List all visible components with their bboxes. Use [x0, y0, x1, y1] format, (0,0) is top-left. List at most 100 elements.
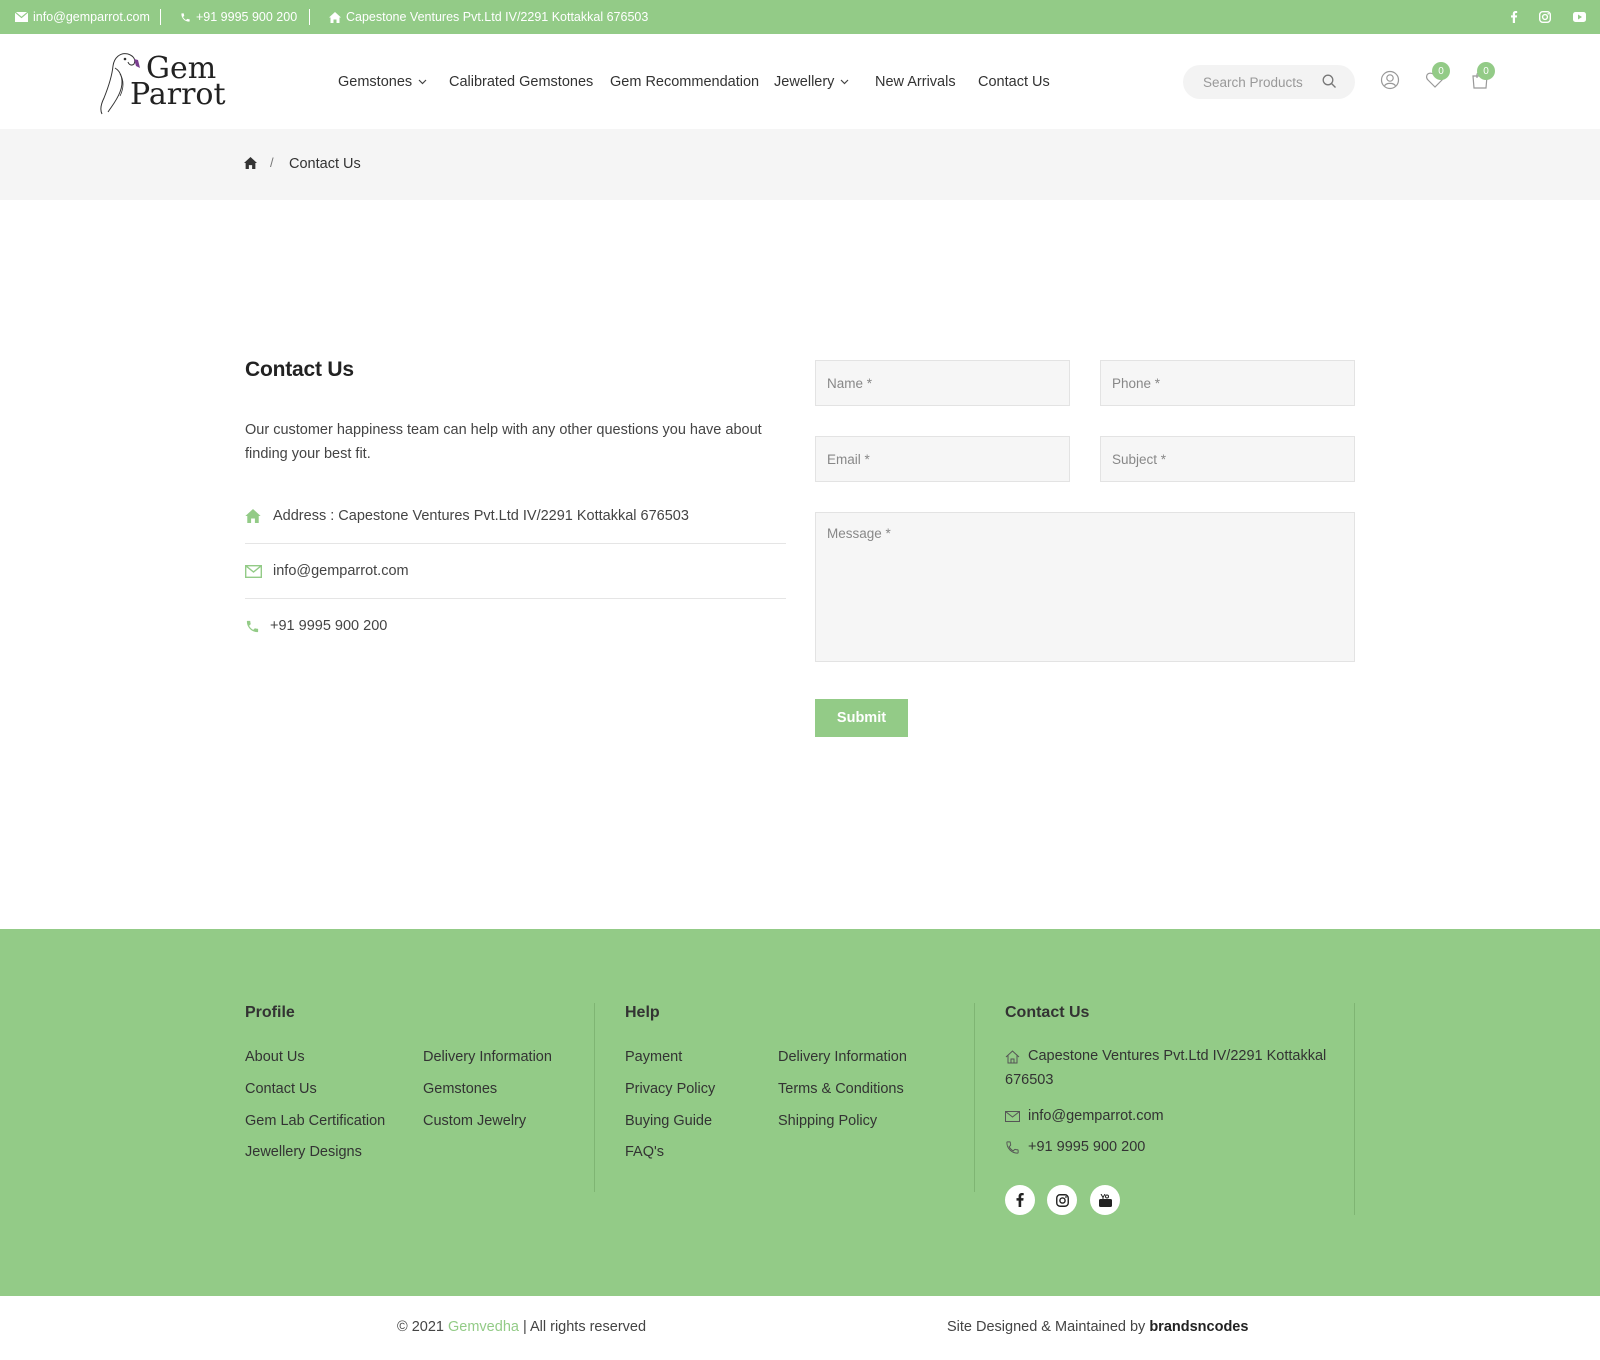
name-field[interactable]	[815, 360, 1070, 406]
envelope-outline-icon	[1005, 1111, 1020, 1122]
contact-address-row: Address : Capestone Ventures Pvt.Ltd IV/…	[245, 489, 786, 543]
footer-link[interactable]: Contact Us	[245, 1081, 317, 1097]
breadcrumb: / Contact Us	[0, 129, 1600, 200]
search-icon[interactable]	[1322, 74, 1337, 89]
submit-button[interactable]: Submit	[815, 699, 908, 737]
footer-link[interactable]: Jewellery Designs	[245, 1144, 362, 1160]
contact-email-text: info@gemparrot.com	[273, 563, 409, 579]
top-bar: info@gemparrot.com +91 9995 900 200 Cape…	[0, 0, 1600, 34]
nav-gem-recommendation[interactable]: Gem Recommendation	[610, 74, 759, 90]
footer-phone-text: +91 9995 900 200	[1028, 1139, 1146, 1155]
footer-link[interactable]: Gemstones	[423, 1081, 497, 1097]
footer-email[interactable]: info@gemparrot.com	[1005, 1104, 1164, 1128]
topbar-email-text: info@gemparrot.com	[33, 10, 150, 24]
search-box	[1183, 65, 1355, 99]
divider	[594, 1003, 595, 1192]
nav-label: Jewellery	[774, 73, 835, 90]
home-icon	[329, 11, 341, 23]
phone-field[interactable]	[1100, 360, 1355, 406]
wishlist-count-badge: 0	[1432, 62, 1450, 80]
footer-link[interactable]: Privacy Policy	[625, 1081, 715, 1097]
contact-address-text: Address : Capestone Ventures Pvt.Ltd IV/…	[273, 508, 689, 524]
instagram-icon[interactable]	[1537, 0, 1553, 34]
footer-address: Capestone Ventures Pvt.Ltd IV/2291 Kotta…	[1005, 1044, 1335, 1092]
cart-count-badge: 0	[1477, 62, 1495, 80]
nav-label: Gemstones	[338, 73, 413, 90]
divider	[1354, 1003, 1355, 1215]
home-outline-icon	[1005, 1048, 1020, 1072]
footer-link[interactable]: Custom Jewelry	[423, 1113, 526, 1129]
chevron-down-icon	[418, 79, 427, 84]
footer-link[interactable]: Gem Lab Certification	[245, 1113, 385, 1129]
user-icon[interactable]	[1379, 69, 1401, 91]
footer-profile-heading: Profile	[245, 1004, 295, 1021]
contact-email-row[interactable]: info@gemparrot.com	[245, 544, 786, 598]
email-field[interactable]	[815, 436, 1070, 482]
topbar-email[interactable]: info@gemparrot.com	[15, 0, 150, 34]
copyright-bar: © 2021 Gemvedha | All rights reserved Si…	[0, 1296, 1600, 1360]
footer-address-text: Capestone Ventures Pvt.Ltd IV/2291 Kotta…	[1005, 1048, 1327, 1088]
envelope-icon	[15, 12, 28, 22]
nav-calibrated-gemstones[interactable]: Calibrated Gemstones	[449, 74, 593, 90]
logo-text-parrot: Parrot	[130, 77, 226, 112]
contact-phone-text: +91 9995 900 200	[270, 618, 388, 634]
phone-outline-icon	[1006, 1141, 1019, 1154]
facebook-icon[interactable]	[1506, 0, 1522, 34]
nav-label: Gem Recommendation	[610, 73, 760, 90]
footer-help-heading: Help	[625, 1004, 660, 1021]
footer-link[interactable]: FAQ's	[625, 1144, 664, 1160]
copyright-suffix: | All rights reserved	[522, 1319, 647, 1335]
message-field[interactable]	[815, 512, 1355, 662]
footer-email-text: info@gemparrot.com	[1028, 1108, 1164, 1124]
phone-icon	[181, 12, 190, 22]
phone-icon	[245, 619, 270, 634]
nav-label: New Arrivals	[875, 73, 956, 90]
site-footer: Profile About Us Contact Us Gem Lab Cert…	[0, 929, 1600, 1296]
footer-contact-heading: Contact Us	[1005, 1004, 1090, 1021]
footer-link[interactable]: Delivery Information	[778, 1049, 907, 1065]
divider	[160, 9, 161, 25]
topbar-phone[interactable]: +91 9995 900 200	[180, 0, 297, 34]
envelope-icon	[245, 564, 273, 578]
footer-link[interactable]: Buying Guide	[625, 1113, 712, 1129]
topbar-phone-text: +91 9995 900 200	[196, 10, 298, 24]
breadcrumb-current: Contact Us	[289, 156, 361, 172]
designer-link[interactable]: brandsncodes	[1149, 1319, 1248, 1335]
nav-new-arrivals[interactable]: New Arrivals	[875, 74, 956, 90]
footer-link[interactable]: Payment	[625, 1049, 682, 1065]
divider	[309, 9, 310, 25]
nav-label: Contact Us	[978, 73, 1050, 90]
home-icon[interactable]	[244, 157, 257, 169]
footer-phone[interactable]: +91 9995 900 200	[1005, 1135, 1145, 1159]
site-header: Gem Parrot Gemstones Calibrated Gemstone…	[0, 34, 1600, 129]
chevron-down-icon	[841, 79, 849, 84]
subject-field[interactable]	[1100, 436, 1355, 482]
topbar-address: Capestone Ventures Pvt.Ltd IV/2291 Kotta…	[329, 0, 648, 34]
search-input[interactable]	[1203, 65, 1323, 99]
facebook-icon[interactable]	[1005, 1185, 1035, 1215]
logo[interactable]: Gem Parrot	[98, 46, 228, 116]
page-title: Contact Us	[245, 358, 354, 381]
instagram-icon[interactable]	[1047, 1185, 1077, 1215]
youtube-icon[interactable]	[1090, 1185, 1120, 1215]
contact-phone-row[interactable]: +91 9995 900 200	[245, 599, 786, 653]
footer-link[interactable]: About Us	[245, 1049, 305, 1065]
youtube-icon[interactable]	[1571, 0, 1587, 34]
contact-description: Our customer happiness team can help wit…	[245, 422, 762, 462]
brand-link[interactable]: Gemvedha	[448, 1319, 519, 1335]
footer-link[interactable]: Shipping Policy	[778, 1113, 877, 1129]
footer-link[interactable]: Delivery Information	[423, 1049, 552, 1065]
footer-link[interactable]: Terms & Conditions	[778, 1081, 904, 1097]
copyright-prefix: © 2021	[397, 1319, 444, 1335]
nav-contact-us[interactable]: Contact Us	[978, 74, 1050, 90]
nav-label: Calibrated Gemstones	[449, 73, 594, 90]
designed-by-label: Site Designed & Maintained by	[947, 1319, 1146, 1335]
breadcrumb-separator: /	[270, 155, 274, 170]
nav-gemstones[interactable]: Gemstones	[338, 74, 427, 90]
copyright-text: © 2021 Gemvedha | All rights reserved	[397, 1319, 646, 1335]
topbar-address-text: Capestone Ventures Pvt.Ltd IV/2291 Kotta…	[346, 10, 649, 24]
designer-credit: Site Designed & Maintained by brandsncod…	[947, 1319, 1248, 1335]
divider	[974, 1003, 975, 1192]
home-icon	[245, 509, 273, 523]
nav-jewellery[interactable]: Jewellery	[774, 74, 849, 90]
